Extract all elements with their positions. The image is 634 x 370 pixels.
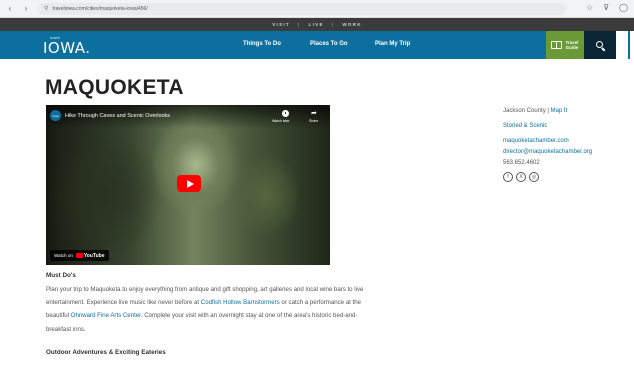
extensions-icon[interactable]: ⊽ [603,3,609,12]
category-link[interactable]: Storied & Scenic [503,121,633,132]
website-link[interactable]: maquoketachamber.com [503,136,633,147]
codfish-hollow-link[interactable]: Codfish Hollow Barnstormers [201,299,280,306]
watch-on-label: Watch on [54,253,73,258]
travel-guide-button[interactable]: Travel Guide [546,31,584,59]
profile-icon[interactable]: ◯ [619,3,628,12]
email-link[interactable]: director@maquoketachamber.org [503,147,633,158]
utility-link-work[interactable]: WORK [342,22,361,27]
travel-iowa-logo[interactable]: IOWA. [43,39,91,57]
utility-link-live[interactable]: LIVE [309,22,324,27]
map-it-link[interactable]: Map It [551,108,568,114]
main-nav: travel IOWA. Things To Do Places To Go P… [0,31,616,59]
scrollbar[interactable] [628,31,630,59]
utility-link-visit[interactable]: VISIT [272,22,290,27]
utility-nav: VISIT | LIVE | WORK [0,18,634,31]
watch-on-youtube-button[interactable]: Watch on YouTube [50,250,109,261]
youtube-play-icon [75,253,83,258]
nav-things-to-do[interactable]: Things To Do [243,41,281,47]
share-label[interactable]: Share [309,119,318,123]
bookmark-star-icon[interactable]: ☆ [586,3,593,12]
video-title[interactable]: Hike Through Caves and Scenic Overlooks [65,113,170,119]
facebook-icon[interactable]: f [503,172,513,182]
play-icon [186,179,194,188]
search-button[interactable] [584,31,616,59]
utility-separator: | [331,22,335,27]
browser-toolbar: ‹ › ⚲ traveliowa.com/cities/maquoketa-io… [0,0,634,18]
address-bar[interactable]: ⚲ traveliowa.com/cities/maquoketa-iowa/4… [38,2,566,15]
instagram-icon[interactable]: ◎ [529,172,539,182]
county-label: Jackson County | [503,108,549,114]
book-icon [551,41,563,49]
must-dos-heading: Must Do's [46,272,76,279]
watch-later-label[interactable]: Watch later [272,119,290,123]
city-info-sidebar: Jackson County | Map It Storied & Scenic… [503,106,633,182]
nav-plan-my-trip[interactable]: Plan My Trip [375,41,410,47]
watch-later-icon[interactable] [282,110,289,117]
site-info-icon[interactable]: ⚲ [44,5,48,12]
nav-places-to-go[interactable]: Places To Go [310,41,348,47]
x-twitter-icon[interactable]: X [516,172,526,182]
social-links: f X ◎ [503,172,633,182]
back-icon[interactable]: ‹ [4,3,16,15]
channel-avatar[interactable]: iowa [50,110,61,121]
play-button[interactable] [177,175,201,192]
share-icon[interactable]: ➦ [311,109,317,117]
page-title: MAQUOKETA [45,76,184,99]
phone-number: 563.652.4602 [503,160,540,166]
youtube-logo: YouTube [75,253,105,259]
forward-icon[interactable]: › [20,3,32,15]
url-text: traveliowa.com/cities/maquoketa-iowa/456… [52,5,148,12]
must-dos-paragraph: Plan your trip to Maquoketa to enjoy eve… [46,286,364,333]
outdoor-heading: Outdoor Adventures & Exciting Eateries [46,349,166,356]
youtube-video-player[interactable]: iowa Hike Through Caves and Scenic Overl… [46,105,330,265]
utility-separator: | [297,22,301,27]
ohnward-fine-arts-link[interactable]: Ohnward Fine Arts Center [71,312,141,319]
search-icon [595,40,605,51]
travel-guide-label: Travel Guide [565,40,579,50]
